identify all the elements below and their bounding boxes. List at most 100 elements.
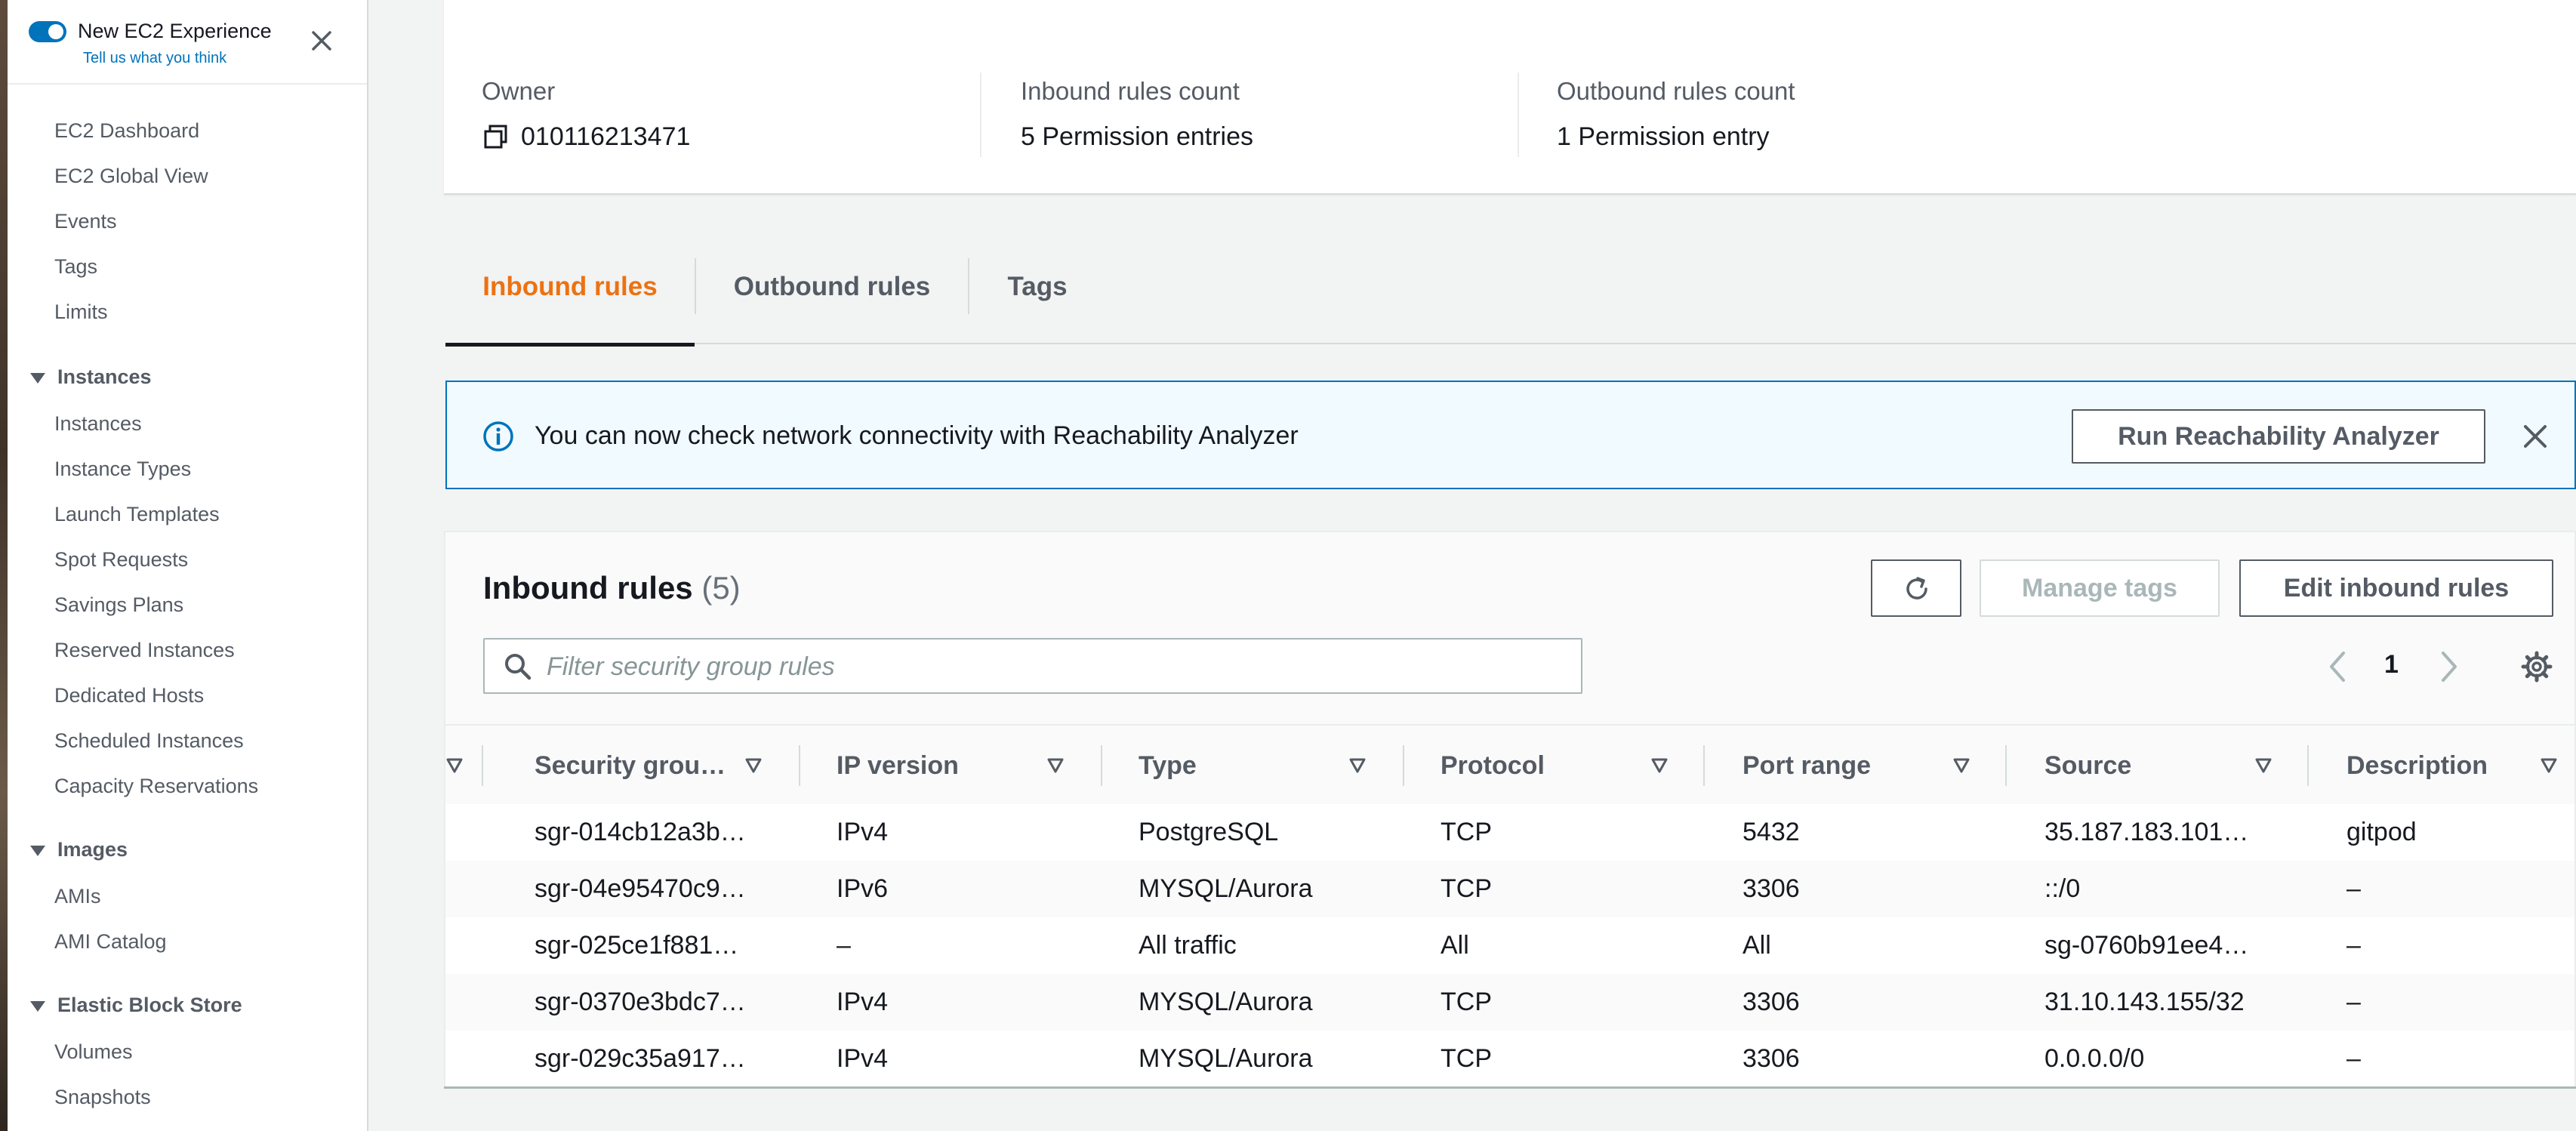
cell-port-range: All — [1742, 931, 1771, 960]
column-header-description[interactable]: Description — [2346, 751, 2488, 781]
search-icon — [505, 654, 532, 680]
table-row[interactable]: sgr-025ce1f881… – All traffic All All sg… — [445, 917, 2574, 975]
column-header-source[interactable]: Source — [2044, 751, 2131, 781]
cell-rule-id[interactable]: sgr-0370e3bdc7… — [535, 988, 746, 1017]
table-row[interactable]: sgr-014cb12a3b… IPv4 PostgreSQL TCP 5432… — [445, 804, 2574, 862]
sidebar-item-instances[interactable]: Instances — [54, 412, 142, 436]
sort-icon[interactable] — [1650, 757, 1669, 774]
sort-icon[interactable] — [1348, 757, 1367, 774]
outbound-count-label: Outbound rules count — [1557, 77, 1795, 105]
sort-icon[interactable] — [445, 757, 464, 774]
column-divider — [1403, 745, 1404, 786]
column-header-port-range[interactable]: Port range — [1742, 751, 1871, 781]
cell-port-range: 3306 — [1742, 874, 1800, 903]
cell-description: – — [2346, 874, 2361, 903]
cell-type: MYSQL/Aurora — [1139, 1044, 1313, 1073]
sidebar-item-launch-templates[interactable]: Launch Templates — [54, 503, 220, 526]
cell-protocol: TCP — [1441, 874, 1492, 903]
edit-inbound-rules-button[interactable]: Edit inbound rules — [2239, 559, 2553, 617]
cell-rule-id[interactable]: sgr-025ce1f881… — [535, 931, 738, 960]
column-divider — [2307, 745, 2309, 786]
cell-rule-id[interactable]: sgr-029c35a917… — [535, 1044, 746, 1074]
sidebar-item-scheduled-instances[interactable]: Scheduled Instances — [54, 729, 244, 753]
cell-port-range: 5432 — [1742, 818, 1800, 846]
sidebar-item-savings-plans[interactable]: Savings Plans — [54, 593, 183, 617]
sidebar-item-ami-catalog[interactable]: AMI Catalog — [54, 930, 167, 954]
sidebar-item-dedicated-hosts[interactable]: Dedicated Hosts — [54, 684, 204, 707]
filter-rules-search[interactable] — [483, 638, 1582, 694]
sidebar-section-instances[interactable]: Instances — [30, 365, 152, 389]
cell-protocol: TCP — [1441, 1044, 1492, 1073]
table-bottom-border — [444, 1086, 2576, 1089]
sidebar-section-elastic-block-store[interactable]: Elastic Block Store — [30, 994, 242, 1017]
new-experience-toggle[interactable] — [29, 21, 66, 42]
tab-outbound-rules[interactable]: Outbound rules — [696, 258, 968, 343]
tab-tags[interactable]: Tags — [969, 258, 1105, 343]
close-icon[interactable] — [2522, 423, 2549, 450]
sidebar-item-amis[interactable]: AMIs — [54, 885, 101, 908]
cell-ip-version: IPv6 — [837, 874, 889, 903]
cell-description: – — [2346, 988, 2361, 1016]
settings-gear-icon[interactable] — [2520, 650, 2553, 683]
cell-source: 35.187.183.101… — [2044, 818, 2249, 846]
cell-ip-version: IPv4 — [837, 818, 889, 846]
sidebar-item-tags[interactable]: Tags — [54, 255, 97, 279]
cell-protocol: TCP — [1441, 988, 1492, 1016]
refresh-button[interactable] — [1871, 559, 1961, 617]
reachability-info-banner: You can now check network connectivity w… — [445, 381, 2576, 489]
copy-icon[interactable] — [483, 124, 509, 149]
sort-icon[interactable] — [2254, 757, 2272, 774]
chevron-right-icon[interactable] — [2439, 650, 2460, 683]
column-header-security-group-rule-id[interactable]: Security grou… — [535, 751, 726, 781]
sidebar-item-snapshots[interactable]: Snapshots — [54, 1086, 151, 1109]
owner-value: 010116213471 — [521, 122, 691, 151]
sort-icon[interactable] — [1952, 757, 1971, 774]
sort-icon[interactable] — [2540, 757, 2558, 774]
column-divider — [1101, 745, 1102, 786]
section-label: Instances — [57, 365, 152, 388]
banner-message: You can now check network connectivity w… — [535, 421, 1299, 450]
section-label: Images — [57, 838, 128, 861]
refresh-icon — [1906, 577, 1927, 599]
inbound-count-value: 5 Permission entries — [1021, 122, 1254, 151]
cell-description: – — [2346, 1044, 2361, 1073]
manage-tags-button[interactable]: Manage tags — [1980, 559, 2220, 617]
cell-description: – — [2346, 931, 2361, 960]
cell-ip-version: IPv4 — [837, 988, 889, 1016]
sidebar-title: New EC2 Experience — [78, 20, 272, 42]
caret-down-icon — [30, 1000, 45, 1012]
chevron-left-icon[interactable] — [2327, 650, 2348, 683]
sidebar-section-images[interactable]: Images — [30, 838, 128, 861]
tab-inbound-rules[interactable]: Inbound rules — [445, 258, 695, 347]
table-row[interactable]: sgr-0370e3bdc7… IPv4 MYSQL/Aurora TCP 33… — [445, 974, 2574, 1032]
sidebar-item-events[interactable]: Events — [54, 210, 117, 233]
sidebar-item-instance-types[interactable]: Instance Types — [54, 458, 191, 481]
sidebar-item-ec2-dashboard[interactable]: EC2 Dashboard — [54, 119, 199, 143]
column-header-type[interactable]: Type — [1139, 751, 1197, 781]
table-row[interactable]: sgr-04e95470c9… IPv6 MYSQL/Aurora TCP 33… — [445, 861, 2574, 919]
sort-icon[interactable] — [744, 757, 763, 774]
column-header-ip-version[interactable]: IP version — [837, 751, 959, 781]
sidebar-item-volumes[interactable]: Volumes — [54, 1040, 133, 1064]
table-row[interactable]: sgr-029c35a917… IPv4 MYSQL/Aurora TCP 33… — [445, 1031, 2574, 1089]
sidebar-item-spot-requests[interactable]: Spot Requests — [54, 548, 188, 572]
run-reachability-analyzer-button[interactable]: Run Reachability Analyzer — [2072, 409, 2485, 464]
sidebar-item-ec2-global-view[interactable]: EC2 Global View — [54, 165, 208, 188]
security-group-details-card: Owner 010116213471 Inbound rules count 5… — [444, 0, 2576, 195]
close-icon[interactable] — [310, 29, 334, 53]
current-page[interactable]: 1 — [2384, 650, 2399, 680]
outbound-count-value: 1 Permission entry — [1557, 122, 1770, 151]
search-input[interactable] — [545, 649, 1560, 685]
sort-icon[interactable] — [1046, 757, 1065, 774]
column-header-protocol[interactable]: Protocol — [1441, 751, 1545, 781]
cell-source: 31.10.143.155/32 — [2044, 988, 2245, 1016]
sidebar-item-limits[interactable]: Limits — [54, 300, 108, 324]
cell-rule-id[interactable]: sgr-014cb12a3b… — [535, 818, 746, 847]
cell-rule-id[interactable]: sgr-04e95470c9… — [535, 874, 746, 904]
column-divider — [2005, 745, 2007, 786]
info-icon — [483, 421, 513, 451]
feedback-link[interactable]: Tell us what you think — [83, 50, 226, 67]
sidebar-item-capacity-reservations[interactable]: Capacity Reservations — [54, 775, 258, 798]
rule-count: (5) — [701, 570, 741, 606]
sidebar-item-reserved-instances[interactable]: Reserved Instances — [54, 639, 235, 662]
